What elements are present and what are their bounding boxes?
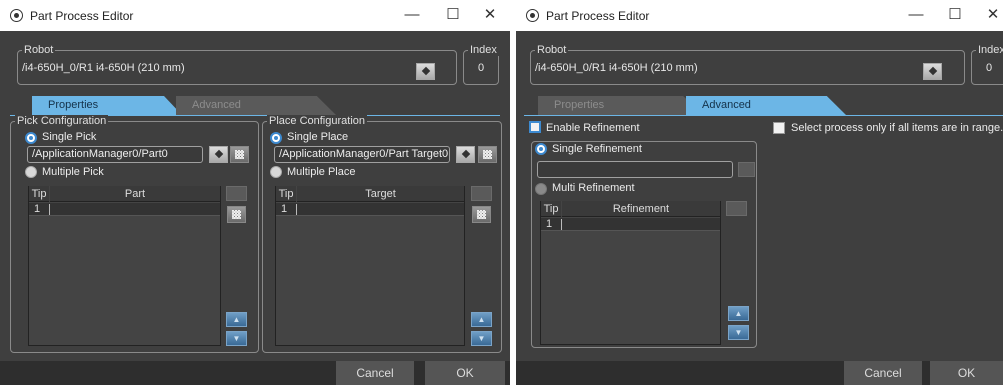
tip-column-header: Tip (541, 201, 561, 217)
robot-browse-button[interactable] (416, 63, 435, 80)
close-icon[interactable]: ✕ (480, 6, 500, 24)
robot-path: /i4-650H_0/R1 i4-650H (210 mm) (535, 62, 698, 74)
pick-move-up-button[interactable]: ▲ (226, 312, 247, 327)
index-value: 0 (986, 62, 993, 74)
part-process-editor-window-right: Part Process Editor — ☐ ✕ Robot /i4-650H… (516, 0, 1003, 385)
title-bar[interactable]: Part Process Editor — ☐ ✕ (0, 0, 510, 31)
single-pick-label: Single Pick (42, 131, 97, 143)
place-grid-button[interactable] (478, 146, 497, 163)
pick-table-grid-button[interactable] (227, 206, 246, 223)
ok-button[interactable]: OK (425, 361, 505, 385)
tab-underline (524, 115, 1003, 116)
part-column-header: Part (50, 186, 220, 202)
tip-cell: 1 (281, 203, 288, 215)
tab-properties[interactable]: Properties (32, 96, 182, 115)
tip-cell: 1 (546, 218, 553, 230)
robot-path: /i4-650H_0/R1 i4-650H (210 mm) (22, 62, 185, 74)
multi-refinement-radio[interactable] (535, 183, 547, 195)
dialog-button-bar: Cancel OK (516, 361, 1003, 385)
place-move-down-button[interactable]: ▼ (471, 331, 492, 346)
index-legend: Index (976, 44, 1003, 56)
pick-move-down-button[interactable]: ▼ (226, 331, 247, 346)
tip-cell: 1 (34, 203, 41, 215)
table-row[interactable]: 1 (276, 203, 464, 216)
part-process-editor-window-left: Part Process Editor — ☐ ✕ Robot /i4-650H… (0, 0, 510, 385)
ok-button[interactable]: OK (930, 361, 1003, 385)
robot-browse-button[interactable] (923, 63, 942, 80)
index-value: 0 (478, 62, 485, 74)
pick-table[interactable]: Tip Part 1 (28, 186, 221, 346)
app-icon (526, 9, 539, 22)
place-legend: Place Configuration (267, 115, 368, 127)
place-add-button[interactable] (471, 186, 492, 201)
title-bar[interactable]: Part Process Editor — ☐ ✕ (516, 0, 1003, 31)
refinement-table[interactable]: Tip Refinement 1 (540, 201, 721, 345)
single-place-label: Single Place (287, 131, 349, 143)
index-legend: Index (468, 44, 499, 56)
place-table[interactable]: Tip Target 1 (275, 186, 465, 346)
enable-refinement-checkbox[interactable] (529, 121, 541, 133)
multiple-pick-label: Multiple Pick (42, 166, 104, 178)
minimize-icon[interactable]: — (906, 6, 926, 24)
single-refinement-radio[interactable] (535, 143, 547, 155)
cancel-button[interactable]: Cancel (336, 361, 414, 385)
robot-group: Robot /i4-650H_0/R1 i4-650H (210 mm) (17, 44, 457, 85)
table-row[interactable]: 1 (29, 203, 220, 216)
table-row[interactable]: 1 (541, 218, 720, 231)
robot-group: Robot /i4-650H_0/R1 i4-650H (210 mm) (530, 44, 965, 85)
index-group: Index 0 (971, 44, 1003, 85)
window-title: Part Process Editor (30, 9, 134, 23)
select-process-label: Select process only if all items are in … (791, 122, 1003, 134)
refinement-add-button[interactable] (726, 201, 747, 216)
cell-cursor (49, 204, 50, 215)
multiple-place-radio[interactable] (270, 166, 282, 178)
cell-cursor (296, 204, 297, 215)
pick-legend: Pick Configuration (15, 115, 109, 127)
cell-cursor (561, 219, 562, 230)
robot-legend: Robot (535, 44, 569, 56)
refinement-field[interactable] (537, 161, 733, 178)
refinement-move-up-button[interactable]: ▲ (728, 306, 749, 321)
multiple-place-label: Multiple Place (287, 166, 356, 178)
single-pick-radio[interactable] (25, 132, 37, 144)
refinement-browse-button[interactable] (738, 162, 755, 177)
place-move-up-button[interactable]: ▲ (471, 312, 492, 327)
pick-browse-button[interactable] (209, 146, 228, 163)
tip-column-header: Tip (276, 186, 296, 202)
place-path-field[interactable]: /ApplicationManager0/Part Target0 (274, 146, 450, 163)
refinement-column-header: Refinement (562, 201, 720, 217)
tip-column-header: Tip (29, 186, 49, 202)
cancel-button[interactable]: Cancel (844, 361, 922, 385)
place-browse-button[interactable] (456, 146, 475, 163)
minimize-icon[interactable]: — (402, 6, 422, 24)
index-group: Index 0 (463, 44, 499, 85)
window-title: Part Process Editor (546, 9, 650, 23)
maximize-icon[interactable]: ☐ (443, 6, 463, 24)
dialog-button-bar: Cancel OK (0, 361, 510, 385)
enable-refinement-label: Enable Refinement (546, 122, 640, 134)
app-icon (10, 9, 23, 22)
pick-add-button[interactable] (226, 186, 247, 201)
target-column-header: Target (297, 186, 464, 202)
multi-refinement-label: Multi Refinement (552, 182, 635, 194)
pick-grid-button[interactable] (230, 146, 249, 163)
refinement-move-down-button[interactable]: ▼ (728, 325, 749, 340)
place-table-grid-button[interactable] (472, 206, 491, 223)
robot-legend: Robot (22, 44, 56, 56)
maximize-icon[interactable]: ☐ (945, 6, 965, 24)
multiple-pick-radio[interactable] (25, 166, 37, 178)
tab-advanced[interactable]: Advanced (176, 96, 336, 115)
tab-properties[interactable]: Properties (538, 96, 703, 115)
single-place-radio[interactable] (270, 132, 282, 144)
select-process-checkbox[interactable] (773, 122, 785, 134)
pick-path-field[interactable]: /ApplicationManager0/Part0 (27, 146, 203, 163)
single-refinement-label: Single Refinement (552, 143, 642, 155)
close-icon[interactable]: ✕ (983, 6, 1003, 24)
tab-advanced[interactable]: Advanced (686, 96, 846, 115)
